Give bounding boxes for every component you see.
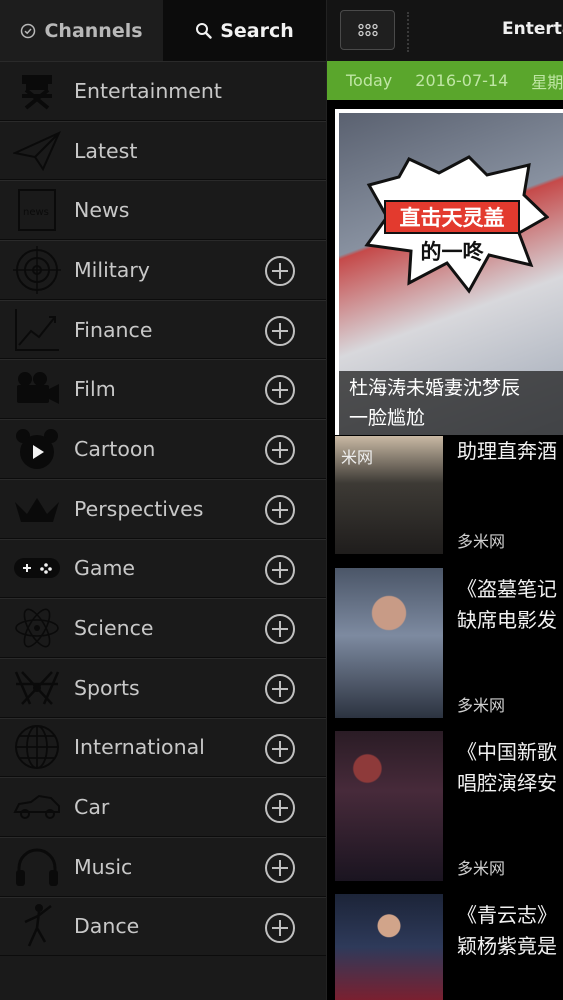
trend-chart-icon [0,300,74,359]
hero-image: 直击天灵盖 的一咚 杜海涛未婚妻沈梦辰 一脸尴尬 [339,113,563,435]
channel-item-latest[interactable]: Latest [0,120,326,181]
top-bar: Entertainment [327,0,563,61]
headphones-icon [0,837,74,896]
tab-search[interactable]: Search [163,0,326,61]
news-source: 多米网 [457,859,506,878]
news-title: 《盗墓笔记 缺席电影发 [457,574,563,636]
paper-plane-icon [0,121,74,180]
channel-item-game[interactable]: Game [0,538,326,599]
burst-line2: 的一咚 [421,240,485,264]
channel-label: Entertainment [74,78,222,103]
news-title: 助理直奔酒 [457,436,563,467]
channel-sidebar: Channels Search Entertainment Latest new… [0,0,326,1000]
hero-caption-line2: 一脸尴尬 [349,407,426,429]
news-feed-pane: Entertainment Today 2016-07-14 星期四 直击天灵盖… [326,0,563,1000]
channel-item-military[interactable]: Military [0,240,326,300]
news-title: 《青云志》 颖杨紫竟是 [457,900,563,962]
svg-text:news: news [23,207,49,218]
add-channel-button[interactable] [265,852,295,883]
tab-channels-label: Channels [44,19,143,42]
channel-list: Entertainment Latest news News Military [0,61,326,957]
car-icon [0,778,74,837]
add-channel-button[interactable] [265,256,295,287]
crosshair-icon [0,240,74,299]
channel-item-entertainment[interactable]: Entertainment [0,61,326,121]
date-label: 2016-07-14 [415,71,509,90]
sports-icon [0,658,74,717]
cartoon-mouse-icon [0,419,74,478]
news-list-item[interactable]: 《盗墓笔记 缺席电影发 多米网 [335,568,563,718]
burst-line1: 直击天灵盖 [400,206,505,230]
comic-burst-graphic: 直击天灵盖 的一咚 [364,155,549,294]
add-channel-button[interactable] [265,435,295,466]
news-thumbnail [335,731,443,881]
channel-label: Latest [74,138,138,163]
add-channel-button[interactable] [265,315,295,346]
channel-item-science[interactable]: Science [0,598,326,658]
add-channel-button[interactable] [265,733,295,764]
news-source: 多米网 [457,696,506,715]
channel-item-finance[interactable]: Finance [0,299,326,360]
news-title: 《中国新歌 唱腔演绎安 [457,737,563,799]
channel-item-music[interactable]: Music [0,836,326,897]
news-title-line: 《盗墓笔记 [457,577,557,601]
news-thumbnail [335,894,443,1000]
atom-icon [0,599,74,658]
news-list-item[interactable]: 米网 助理直奔酒 多米网 [335,436,563,554]
tab-search-label: Search [220,19,294,42]
grid-dots-icon [357,23,378,37]
news-title-line: 颖杨紫竟是 [457,934,557,958]
crown-icon [0,479,74,538]
gamepad-icon [0,539,74,598]
hero-caption-line1: 杜海涛未婚妻沈梦辰 [349,377,521,399]
dancer-icon [0,897,74,956]
sidebar-tabs: Channels Search [0,0,326,61]
channel-item-film[interactable]: Film [0,359,326,420]
add-channel-button[interactable] [265,673,295,704]
channel-item-sports[interactable]: Sports [0,657,326,718]
date-bar: Today 2016-07-14 星期四 [327,61,563,100]
topbar-divider [407,12,409,52]
add-channel-button[interactable] [265,494,295,525]
add-channel-button[interactable] [265,614,295,645]
tab-channels[interactable]: Channels [0,0,163,61]
globe-icon [0,718,74,777]
add-channel-button[interactable] [265,554,295,585]
weekday-label: 星期四 [531,72,563,92]
news-title-line: 缺席电影发 [457,608,557,632]
news-thumbnail: 米网 [335,436,443,554]
page-title: Entertainment [502,19,563,39]
add-channel-button[interactable] [265,912,295,943]
today-label: Today [346,71,393,90]
channel-menu-button[interactable] [340,10,395,50]
channel-item-international[interactable]: International [0,717,326,778]
channel-item-cartoon[interactable]: Cartoon [0,419,326,479]
channel-item-car[interactable]: Car [0,777,326,837]
channel-item-dance[interactable]: Dance [0,896,326,957]
news-source: 多米网 [457,532,506,551]
hero-article[interactable]: 直击天灵盖 的一咚 杜海涛未婚妻沈梦辰 一脸尴尬 [335,109,563,435]
search-icon [196,23,212,39]
hero-caption: 杜海涛未婚妻沈梦辰 一脸尴尬 [339,371,563,435]
newspaper-icon: news [0,181,74,240]
news-list-item[interactable]: 《青云志》 颖杨紫竟是 [335,894,563,1000]
director-chair-icon [0,61,74,120]
channel-item-news[interactable]: news News [0,180,326,241]
news-title-line: 助理直奔酒 [457,439,557,463]
news-list-item[interactable]: 《中国新歌 唱腔演绎安 多米网 [335,731,563,881]
channel-item-perspectives[interactable]: Perspectives [0,478,326,539]
news-title-line: 《中国新歌 [457,740,557,764]
thumbnail-watermark: 米网 [341,448,374,467]
news-title-line: 唱腔演绎安 [457,771,557,795]
channel-label: News [74,198,130,223]
check-circle-icon [21,23,36,38]
news-thumbnail [335,568,443,718]
news-title-line: 《青云志》 [457,903,557,927]
movie-camera-icon [0,360,74,419]
